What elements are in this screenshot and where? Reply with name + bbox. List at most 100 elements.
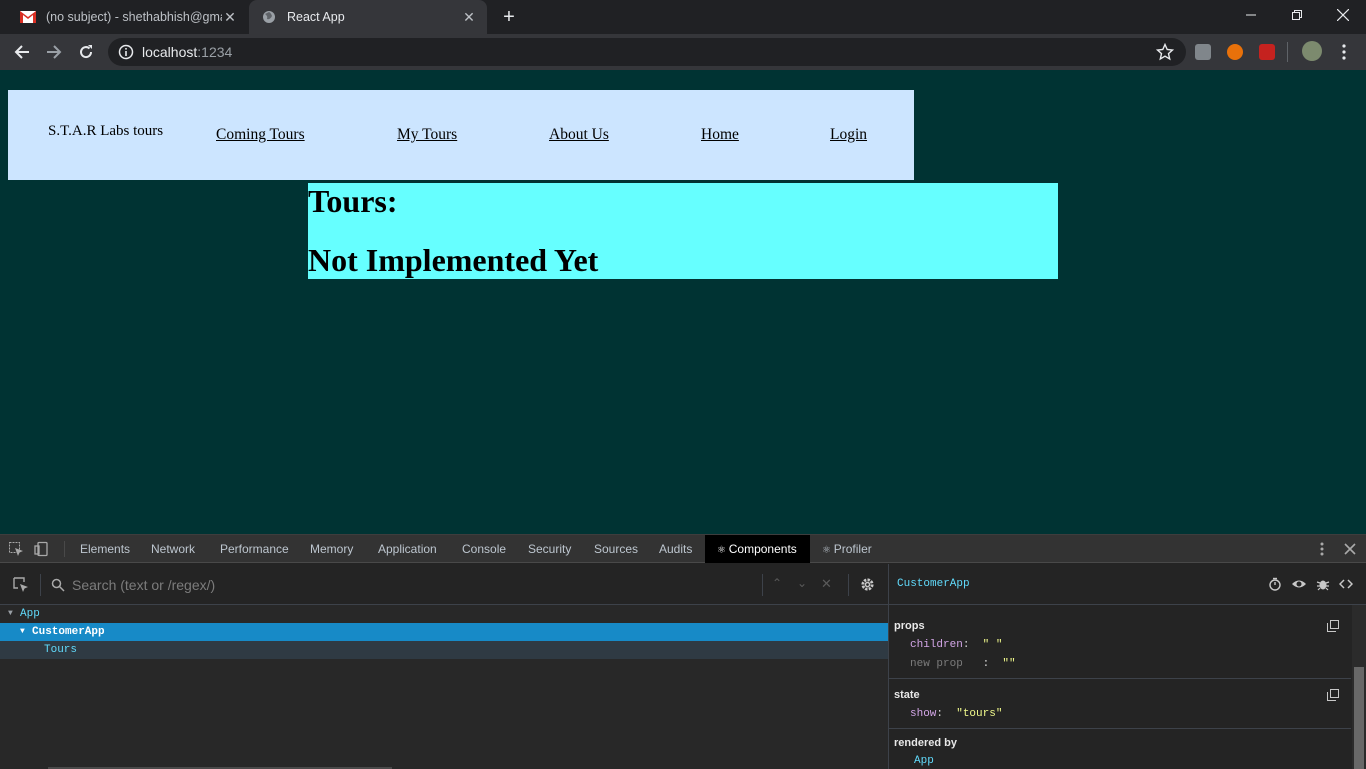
- react-atom-icon: ⚛: [822, 545, 834, 556]
- restore-button[interactable]: [1274, 0, 1320, 30]
- state-value: "tours": [956, 708, 1003, 720]
- devtools-tab-console[interactable]: Console: [462, 535, 506, 563]
- inspector-header: CustomerApp: [889, 564, 1366, 605]
- close-tab-icon[interactable]: ✕: [461, 9, 477, 25]
- minimize-button[interactable]: [1228, 0, 1274, 30]
- inspector-scrollbar[interactable]: [1352, 605, 1366, 769]
- component-tree-panel: ⌃ ⌄ ✕ ▼ App ▼ CustomerApp Tours: [0, 564, 888, 769]
- globe-icon: [261, 9, 277, 25]
- device-toolbar-icon[interactable]: [34, 541, 50, 557]
- close-window-button[interactable]: [1320, 0, 1366, 30]
- devtools-divider: [64, 541, 65, 557]
- not-implemented-message: Not Implemented Yet: [308, 242, 599, 278]
- rendered-by-owner[interactable]: App: [914, 755, 934, 767]
- devtools-tab-application[interactable]: Application: [378, 535, 437, 563]
- tree-node-tours[interactable]: Tours: [0, 641, 888, 659]
- url-host: localhost: [142, 44, 198, 60]
- site-brand: S.T.A.R Labs tours: [48, 123, 164, 139]
- new-tab-button[interactable]: +: [498, 7, 520, 27]
- url-text: localhost:1234: [142, 44, 232, 60]
- browser-tab-react-app[interactable]: React App ✕: [249, 0, 487, 34]
- devtools-tab-profiler[interactable]: ⚛ Profiler: [822, 535, 872, 563]
- settings-gear-icon[interactable]: [860, 577, 875, 592]
- copy-icon[interactable]: [1327, 620, 1339, 632]
- devtools-panel: Elements Network Performance Memory Appl…: [0, 534, 1366, 769]
- tab-title: (no subject) - shethabhish@gmail.com - G…: [46, 10, 222, 24]
- caret-down-icon[interactable]: ▼: [20, 623, 25, 641]
- inspector-panel: CustomerApp props children: " " new prop…: [888, 564, 1366, 769]
- browser-menu-button[interactable]: [1332, 40, 1356, 64]
- caret-down-icon[interactable]: ▼: [8, 605, 13, 623]
- devtools-tab-performance[interactable]: Performance: [220, 535, 289, 563]
- extension-infinity-icon[interactable]: [1227, 44, 1243, 60]
- extension-k-icon[interactable]: [1195, 44, 1211, 60]
- select-element-icon[interactable]: [12, 576, 30, 594]
- arrow-left-icon: [14, 45, 29, 59]
- profile-avatar[interactable]: [1302, 41, 1322, 61]
- nav-link-coming-tours[interactable]: Coming Tours: [216, 126, 305, 144]
- devtools-tab-components[interactable]: ⚛ Components: [705, 535, 810, 563]
- address-bar[interactable]: localhost:1234: [108, 38, 1186, 66]
- tree-node-app[interactable]: ▼ App: [0, 605, 888, 623]
- devtools-close-icon[interactable]: [1342, 541, 1358, 557]
- bookmark-star-icon[interactable]: [1156, 43, 1174, 61]
- site-navbar: S.T.A.R Labs tours Coming Tours My Tours…: [8, 90, 914, 180]
- copy-icon[interactable]: [1327, 689, 1339, 701]
- devtools-more-icon[interactable]: [1314, 541, 1330, 557]
- browser-tab-gmail[interactable]: (no subject) - shethabhish@gmail.com - G…: [8, 0, 248, 34]
- new-prop-row[interactable]: new prop : "": [910, 658, 1016, 670]
- nav-link-home[interactable]: Home: [701, 126, 739, 144]
- new-prop-key: new prop: [910, 658, 963, 670]
- nav-link-login[interactable]: Login: [830, 126, 867, 144]
- info-icon[interactable]: [118, 44, 134, 60]
- state-key: show: [910, 708, 937, 720]
- devtools-tab-components-label: Components: [728, 542, 797, 556]
- devtools-tab-network[interactable]: Network: [151, 535, 195, 563]
- reload-button[interactable]: [74, 40, 98, 64]
- section-divider: [889, 678, 1351, 679]
- chevron-down-icon[interactable]: ⌄: [797, 576, 807, 590]
- inspect-element-icon[interactable]: [8, 541, 24, 557]
- devtools-tab-audits[interactable]: Audits: [659, 535, 692, 563]
- tours-heading: Tours:: [308, 183, 398, 219]
- tree-node-label: App: [20, 608, 40, 620]
- new-prop-value: "": [1002, 658, 1016, 670]
- search-divider: [762, 574, 763, 596]
- toolbar-divider: [1287, 42, 1288, 62]
- section-divider: [889, 728, 1351, 729]
- prop-children[interactable]: children: " ": [910, 639, 1002, 651]
- react-atom-icon: ⚛: [717, 545, 729, 556]
- devtools-tab-elements[interactable]: Elements: [80, 535, 130, 563]
- devtools-tab-security[interactable]: Security: [528, 535, 571, 563]
- gmail-icon: [20, 9, 36, 25]
- selected-component-name: CustomerApp: [897, 578, 970, 590]
- nav-link-my-tours[interactable]: My Tours: [397, 126, 457, 144]
- clear-search-icon[interactable]: ✕: [821, 576, 832, 592]
- stopwatch-icon[interactable]: [1268, 577, 1282, 591]
- url-port: :1234: [197, 44, 233, 60]
- state-show[interactable]: show: "tours": [910, 708, 1002, 720]
- chevron-up-icon[interactable]: ⌃: [772, 576, 782, 590]
- tree-node-label: CustomerApp: [32, 626, 105, 638]
- view-source-icon[interactable]: [1339, 577, 1353, 591]
- search-icon: [51, 578, 65, 592]
- eye-icon[interactable]: [1291, 577, 1307, 591]
- extension-red-icon[interactable]: [1259, 44, 1275, 60]
- back-button[interactable]: [10, 40, 34, 64]
- devtools-tab-sources[interactable]: Sources: [594, 535, 638, 563]
- tours-section: Tours: Not Implemented Yet: [308, 183, 1058, 279]
- forward-button[interactable]: [42, 40, 66, 64]
- search-divider: [848, 574, 849, 596]
- close-tab-icon[interactable]: ✕: [222, 9, 238, 25]
- tree-node-customerapp[interactable]: ▼ CustomerApp: [0, 623, 888, 641]
- devtools-tab-memory[interactable]: Memory: [310, 535, 353, 563]
- tab-title: React App: [287, 10, 345, 24]
- bug-icon[interactable]: [1316, 577, 1330, 591]
- devtools-tab-bar: Elements Network Performance Memory Appl…: [0, 535, 1366, 563]
- prop-key: children: [910, 639, 963, 651]
- nav-link-about-us[interactable]: About Us: [549, 126, 609, 144]
- reload-icon: [80, 45, 93, 59]
- rendered-by-title: rendered by: [894, 737, 957, 749]
- scrollbar-thumb[interactable]: [1354, 667, 1364, 769]
- component-search-input[interactable]: [72, 576, 632, 594]
